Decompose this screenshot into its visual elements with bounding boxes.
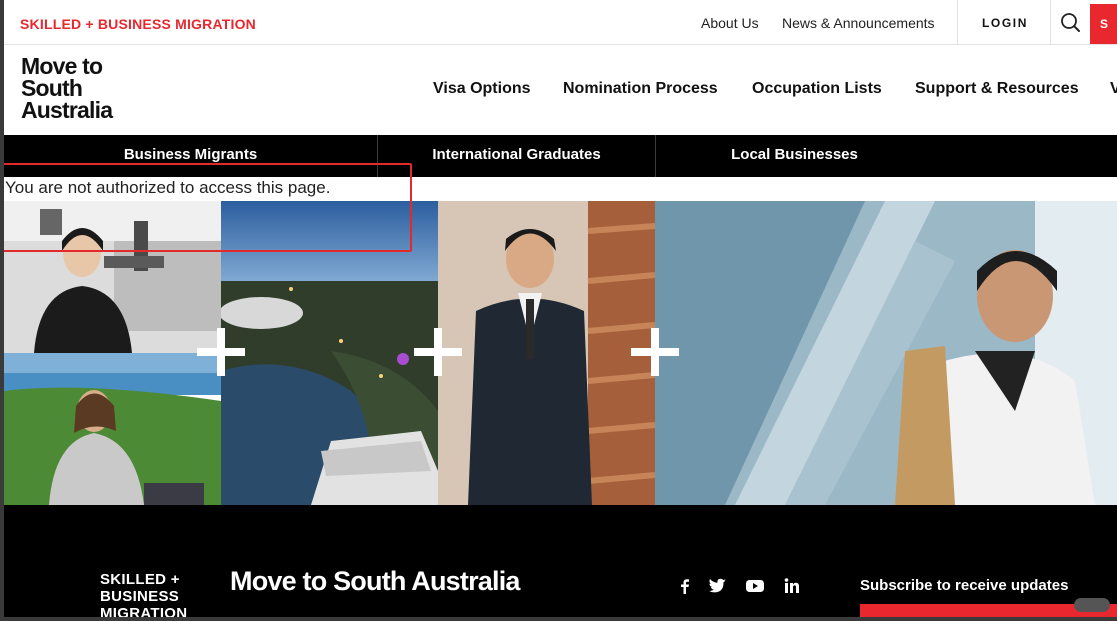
plus-icon [631,328,679,376]
footer-logo[interactable]: Move to South Australia [230,568,520,595]
hero-photo-escalator [655,201,1117,505]
nav-nomination-process[interactable]: Nomination Process [563,80,718,98]
nav-support-resources[interactable]: Support & Resources [915,80,1079,98]
red-action-tab[interactable]: S [1090,4,1117,44]
window-frame-bottom [0,617,1117,621]
hero-photo-businessman [438,201,655,505]
footer-brand-line: MIGRATION [100,605,188,617]
footer-brand[interactable]: SKILLED + BUSINESS MIGRATION [100,571,187,617]
login-button[interactable]: LOGIN [982,16,1028,30]
twitter-icon[interactable] [707,577,727,595]
footer-brand-line: SKILLED + [100,571,180,588]
facebook-icon[interactable] [675,577,695,595]
logo-line: South [21,75,83,101]
divider [957,0,958,44]
site-logo[interactable]: Move to South Australia [21,53,113,123]
youtube-icon[interactable] [745,577,765,595]
window-frame-left [0,0,4,621]
plus-icon [197,328,245,376]
about-us-link[interactable]: About Us [701,15,759,31]
tab-international-graduates[interactable]: International Graduates [378,135,655,177]
plus-icon [414,328,462,376]
nav-visa-options[interactable]: Visa Options [433,80,531,98]
site-brand-link[interactable]: SKILLED + BUSINESS MIGRATION [20,16,256,32]
nav-occupation-lists[interactable]: Occupation Lists [752,80,882,98]
logo-line: Australia [21,97,113,123]
news-announcements-link[interactable]: News & Announcements [782,15,935,31]
tab-local-businesses[interactable]: Local Businesses [656,135,933,177]
logo-line: Move to [21,53,103,79]
linkedin-icon[interactable] [782,577,802,595]
utility-bar: SKILLED + BUSINESS MIGRATION About Us Ne… [4,0,1117,45]
highlight-box [2,163,412,252]
subscribe-heading: Subscribe to receive updates [860,577,1069,594]
footer-brand-line: BUSINESS [100,588,180,605]
site-footer: SKILLED + BUSINESS MIGRATION Move to Sou… [4,505,1117,617]
overlay-badge [1074,598,1110,612]
divider [1050,0,1051,44]
search-icon[interactable] [1056,8,1084,36]
nav-truncated-item[interactable]: V [1110,80,1117,98]
